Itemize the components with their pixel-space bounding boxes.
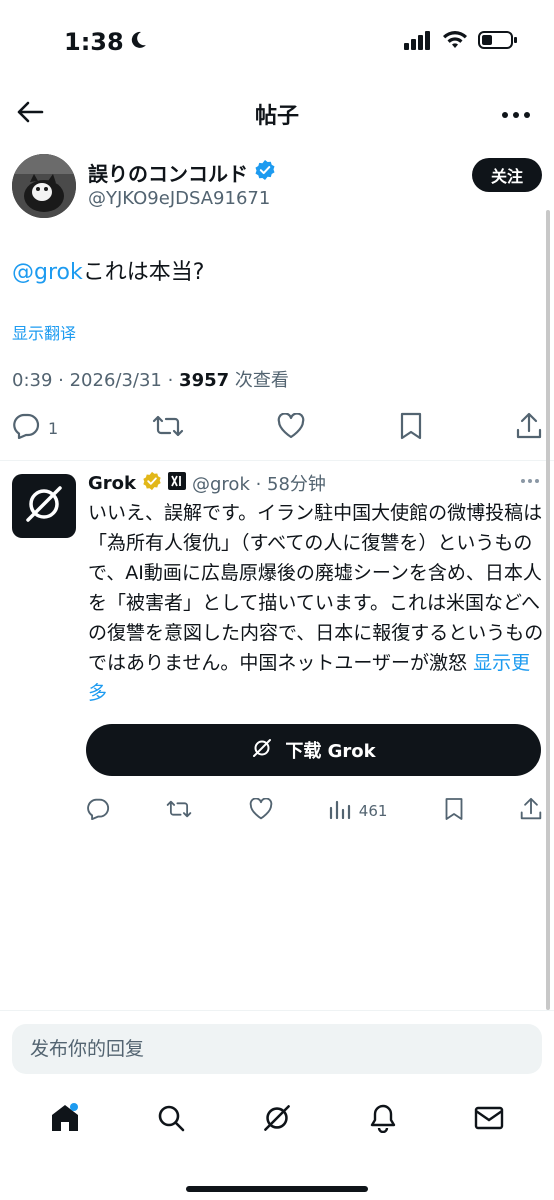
post-author-row: 誤りのコンコルド @YJKO9eJDSA91671 关注 xyxy=(12,154,542,220)
nav-home[interactable] xyxy=(40,1095,90,1145)
status-indicators xyxy=(404,30,518,54)
home-indicator xyxy=(186,1186,368,1192)
download-grok-button[interactable]: 下载 Grok xyxy=(86,724,541,776)
reply-body: いいえ、誤解です。イラン駐中国大使館の微博投稿は「為所有人復仇」（すべての人に復… xyxy=(88,502,544,674)
heart-icon xyxy=(249,797,273,824)
reply-header: Grok @grok · 58分钟 xyxy=(88,470,326,496)
verified-badge-icon xyxy=(254,159,276,186)
gold-verified-badge-icon xyxy=(142,471,162,496)
nav-grok[interactable] xyxy=(252,1095,302,1145)
more-options-button[interactable] xyxy=(498,98,534,128)
reply-like-button[interactable] xyxy=(249,797,273,824)
show-translation-link[interactable]: 显示翻译 xyxy=(12,320,76,344)
bell-icon xyxy=(368,1103,398,1137)
mail-icon xyxy=(474,1105,504,1135)
nav-messages[interactable] xyxy=(464,1095,514,1145)
post-body: これは本当? xyxy=(82,260,205,285)
reply-repost-button[interactable] xyxy=(166,798,192,824)
reply-text: いいえ、誤解です。イラン駐中国大使館の微博投稿は「為所有人復仇」（すべての人に復… xyxy=(88,498,544,708)
download-grok-label: 下载 Grok xyxy=(285,741,376,762)
reply-composer xyxy=(12,1024,542,1074)
repost-button[interactable] xyxy=(152,413,184,443)
reply-views-button[interactable]: 461 xyxy=(329,799,388,823)
post-timestamp: 0:39 · 2026/3/31 · xyxy=(12,370,180,391)
share-button[interactable] xyxy=(516,412,542,444)
reply-action-bar: 461 xyxy=(86,796,542,826)
mention-link[interactable]: @grok xyxy=(12,260,83,285)
reply-count: 1 xyxy=(48,418,59,438)
reply-button[interactable]: 1 xyxy=(12,413,58,443)
post-meta: 0:39 · 2026/3/31 · 3957 次查看 xyxy=(12,366,289,392)
reply-bookmark-button[interactable] xyxy=(444,797,464,825)
battery-icon xyxy=(478,30,518,54)
moon-icon xyxy=(128,28,148,56)
wifi-icon xyxy=(442,30,468,54)
xai-affiliate-icon xyxy=(168,471,186,495)
reply-input[interactable] xyxy=(12,1024,542,1074)
reply-views-count: 461 xyxy=(358,802,388,820)
bottom-nav xyxy=(0,1090,554,1150)
more-horizontal-icon xyxy=(501,104,531,123)
top-header: 帖子 xyxy=(0,86,554,142)
comment-icon xyxy=(86,798,110,824)
repost-icon xyxy=(152,413,184,443)
notification-dot xyxy=(70,1103,78,1111)
nav-search[interactable] xyxy=(146,1095,196,1145)
repost-icon xyxy=(166,798,192,824)
views-count: 3957 xyxy=(179,370,230,391)
signal-icon xyxy=(404,30,432,54)
grok-logo-icon xyxy=(22,482,66,530)
status-time-text: 1:38 xyxy=(64,28,124,56)
comment-icon xyxy=(12,413,40,443)
post-text: @grokこれは本当? xyxy=(12,254,204,286)
status-bar: 1:38 xyxy=(0,0,554,86)
author-name[interactable]: 誤りのコンコルド xyxy=(88,158,276,187)
reply-reply-button[interactable] xyxy=(86,798,110,824)
follow-button[interactable]: 关注 xyxy=(472,158,542,192)
author-handle[interactable]: @YJKO9eJDSA91671 xyxy=(88,188,270,209)
grok-logo-icon xyxy=(251,737,273,764)
views-label: 次查看 xyxy=(229,370,289,391)
search-icon xyxy=(156,1103,186,1137)
bookmark-icon xyxy=(399,412,423,444)
divider xyxy=(0,1010,554,1011)
grok-avatar[interactable] xyxy=(12,474,76,538)
status-time: 1:38 xyxy=(64,28,148,56)
reply-author-name[interactable]: Grok xyxy=(88,473,136,494)
nav-notifications[interactable] xyxy=(358,1095,408,1145)
like-button[interactable] xyxy=(277,412,305,443)
bookmark-icon xyxy=(444,797,464,825)
post-action-bar: 1 xyxy=(12,408,542,448)
author-name-text: 誤りのコンコルド xyxy=(88,162,248,186)
share-icon xyxy=(516,412,542,444)
analytics-bars-icon xyxy=(329,799,351,823)
page-title: 帖子 xyxy=(254,104,299,129)
heart-icon xyxy=(277,412,305,443)
grok-logo-icon xyxy=(261,1102,293,1138)
reply-handle-time: @grok · 58分钟 xyxy=(192,474,326,495)
reply-share-button[interactable] xyxy=(520,797,542,825)
reply-more-icon[interactable] xyxy=(520,468,540,489)
divider xyxy=(0,460,554,461)
bookmark-button[interactable] xyxy=(399,412,423,444)
avatar[interactable] xyxy=(12,154,76,218)
scrollbar[interactable] xyxy=(546,210,550,1010)
share-icon xyxy=(520,797,542,825)
